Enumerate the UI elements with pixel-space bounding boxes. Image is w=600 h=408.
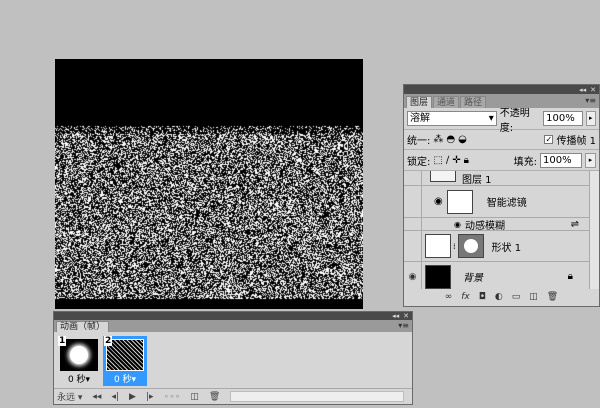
next-frame-icon[interactable]: |▸ <box>146 392 154 402</box>
link-icon[interactable]: ∞ <box>445 292 453 302</box>
fill-input[interactable]: 100% <box>540 153 582 168</box>
new-layer-icon[interactable]: ◫ <box>529 292 538 302</box>
loop-select[interactable]: 永远 ▾ <box>57 390 82 403</box>
tab-channels[interactable]: 通道 <box>433 96 459 108</box>
propagate-checkbox[interactable]: ✓ <box>544 135 553 144</box>
unify-position-icon[interactable]: ⁂ <box>433 134 443 145</box>
frame-number: 2 <box>104 336 112 346</box>
lock-icon: 🔒︎ <box>568 271 573 282</box>
eye-icon[interactable]: ◉ <box>404 262 422 289</box>
animation-panel: ◂◂ ✕ 动画（帧） ▾≡ 1 0 秒▾ 2 0 秒▾ 永远 ▾ ◂◂ ◂| ▶ … <box>53 311 413 405</box>
layers-panel: ◂◂ ✕ 图层 通道 路径 ▾≡ 溶解 ▾ 不透明度: 100% ▸ 统一: ⁂ ◓… <box>403 84 600 307</box>
delete-frame-icon[interactable]: 🗑︎ <box>209 392 220 402</box>
opacity-label: 不透明度: <box>500 104 540 134</box>
trash-icon[interactable]: 🗑︎ <box>547 292 558 302</box>
unify-label: 统一: <box>407 132 430 147</box>
layer-name: 形状 1 <box>492 239 522 254</box>
unify-style-icon[interactable]: ◒ <box>458 134 467 145</box>
layer-thumbnail <box>430 171 456 182</box>
panel-menu-icon[interactable]: ▾≡ <box>398 321 409 330</box>
frame-1[interactable]: 1 0 秒▾ <box>57 336 101 386</box>
close-icon[interactable]: ✕ <box>590 86 596 94</box>
adjustment-icon[interactable]: ◐ <box>495 292 503 302</box>
lock-move-icon[interactable]: ✛ <box>452 155 460 166</box>
layers-scrollbar[interactable] <box>589 171 599 289</box>
eye-icon[interactable]: ◉ <box>454 220 461 229</box>
layer-name: 背景 <box>463 269 483 284</box>
layer-thumbnail <box>425 265 451 289</box>
frame-delay[interactable]: 0 秒▾ <box>103 372 147 385</box>
tab-animation[interactable]: 动画（帧） <box>56 321 109 332</box>
layer-name: 图层 1 <box>462 171 492 186</box>
eye-icon[interactable]: ◉ <box>434 196 443 207</box>
frames-scrollbar[interactable] <box>230 391 404 402</box>
duplicate-frame-icon[interactable]: ◫ <box>190 392 199 402</box>
blend-mode-select[interactable]: 溶解 ▾ <box>407 111 497 126</box>
eye-gutter <box>404 218 422 230</box>
layer-name: 动感模糊 <box>465 217 505 232</box>
layer-row-motion-blur[interactable]: ◉ 动感模糊 ⇌ <box>404 218 599 231</box>
visibility-toggle[interactable] <box>404 171 422 185</box>
fx-icon[interactable]: fx <box>461 292 470 302</box>
filter-mask-thumbnail <box>447 190 473 214</box>
layers-list: 图层 1 ◉ 智能滤镜 ◉ 动感模糊 ⇌ ⁞ 形状 1 ◉ 背景 🔒︎ <box>404 171 599 289</box>
visibility-toggle[interactable] <box>404 231 422 261</box>
first-frame-icon[interactable]: ◂◂ <box>92 392 101 402</box>
mask-icon[interactable]: ◘ <box>479 292 486 302</box>
link-icon[interactable]: ⁞ <box>453 242 456 251</box>
layer-thumbnail <box>425 234 451 258</box>
opacity-slider-button[interactable]: ▸ <box>586 111 596 126</box>
collapse-icon[interactable]: ◂◂ <box>579 86 586 94</box>
tween-icon[interactable]: ∘∘∘ <box>164 392 181 402</box>
frame-delay[interactable]: 0 秒▾ <box>57 372 101 385</box>
opacity-input[interactable]: 100% <box>543 111 583 126</box>
fill-label: 填充: <box>514 153 537 168</box>
fill-slider-button[interactable]: ▸ <box>585 153 596 168</box>
document-canvas[interactable] <box>55 59 363 309</box>
frame-2[interactable]: 2 0 秒▾ <box>103 336 147 386</box>
chevron-down-icon: ▾ <box>489 112 494 125</box>
panel-titlebar: ◂◂ ✕ <box>404 85 599 94</box>
lock-all-icon[interactable]: 🔒︎ <box>464 155 469 166</box>
lock-brush-icon[interactable]: ∕ <box>446 155 449 166</box>
lock-label: 锁定: <box>407 153 430 168</box>
lock-transparency-icon[interactable]: ⬚ <box>433 155 442 166</box>
vector-mask-thumbnail <box>458 234 484 258</box>
layer-row-background[interactable]: ◉ 背景 🔒︎ <box>404 262 599 289</box>
collapse-icon[interactable]: ◂◂ <box>392 312 399 320</box>
group-icon[interactable]: ▭ <box>512 292 521 302</box>
layer-name: 智能滤镜 <box>487 194 527 209</box>
layer-row-smart-filters[interactable]: ◉ 智能滤镜 <box>404 186 599 218</box>
tab-paths[interactable]: 路径 <box>460 96 486 108</box>
close-icon[interactable]: ✕ <box>403 312 409 320</box>
layer-row-layer1[interactable]: 图层 1 <box>404 171 599 186</box>
unify-visibility-icon[interactable]: ◓ <box>446 134 455 145</box>
tab-layers[interactable]: 图层 <box>406 96 432 108</box>
panel-menu-icon[interactable]: ▾≡ <box>585 96 596 105</box>
previous-frame-icon[interactable]: ◂| <box>111 392 119 402</box>
frame-number: 1 <box>58 336 66 346</box>
blend-mode-value: 溶解 <box>410 112 430 125</box>
filter-options-icon[interactable]: ⇌ <box>571 219 579 230</box>
propagate-label: 传播帧 1 <box>556 132 596 147</box>
eye-gutter <box>404 186 422 217</box>
play-icon[interactable]: ▶ <box>129 392 136 402</box>
layer-row-shape1[interactable]: ⁞ 形状 1 <box>404 231 599 262</box>
noise-image <box>55 59 363 309</box>
